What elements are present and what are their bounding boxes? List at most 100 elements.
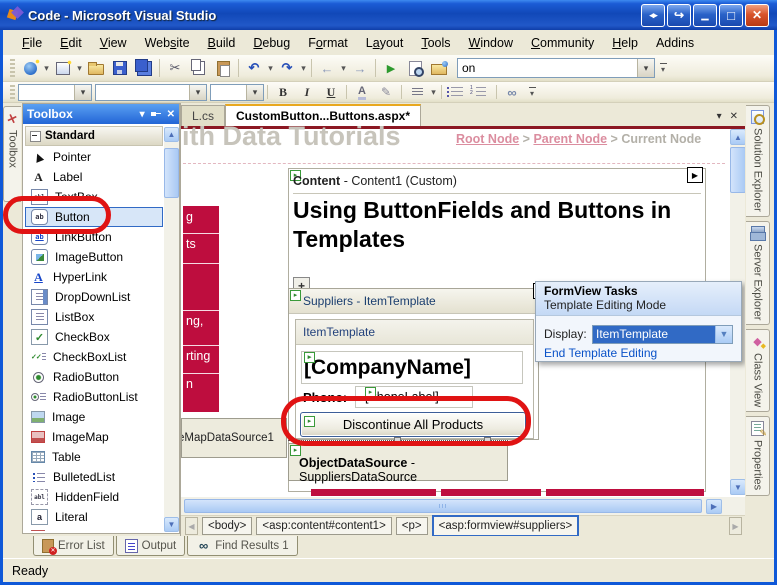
toolbox-item[interactable]: Pointer [25, 147, 163, 167]
font-size-combo[interactable] [210, 83, 264, 101]
toolbar-overflow-button[interactable] [526, 83, 538, 101]
underline-button[interactable] [320, 81, 342, 103]
cut-button[interactable] [164, 57, 186, 79]
nav-item-fragment[interactable]: ng, [186, 314, 203, 328]
toolbox-scrollbar[interactable] [164, 142, 179, 517]
scroll-up-button[interactable]: ▲ [730, 129, 746, 145]
numbered-list-button[interactable] [470, 81, 492, 103]
copy-button[interactable] [188, 57, 210, 79]
design-horizontal-scrollbar[interactable]: ▶ [181, 497, 746, 515]
content-smart-tag-button[interactable] [687, 167, 703, 183]
display-template-combo[interactable]: ItemTemplate [592, 324, 733, 344]
search-combo[interactable]: on [457, 58, 655, 78]
bottom-panel-tab[interactable]: Error List [33, 536, 114, 556]
navigate-back-dropdown[interactable] [339, 63, 348, 74]
add-item-dropdown[interactable] [75, 63, 84, 74]
toolbox-item[interactable]: Table [25, 447, 163, 467]
highlight-button[interactable] [375, 81, 397, 103]
menu-item[interactable]: File [13, 33, 51, 53]
menu-item[interactable]: Debug [244, 33, 299, 53]
scroll-down-button[interactable]: ▼ [730, 479, 746, 495]
toolbox-side-tab[interactable]: Toolbox [3, 106, 21, 202]
menu-item[interactable]: Help [603, 33, 647, 53]
breadcrumb-root-link[interactable]: Root Node [456, 132, 519, 146]
side-panel-tab[interactable]: Properties [746, 416, 770, 496]
objectdatasource-control[interactable]: ObjectDataSource - SuppliersDataSource [288, 443, 508, 484]
display-combo-dropdown-icon[interactable] [715, 325, 732, 343]
toolbox-item[interactable]: BulletedList [25, 467, 163, 487]
tag-navigator-item[interactable]: <asp:content#content1> [256, 517, 392, 535]
menu-item[interactable]: Addins [647, 33, 703, 53]
discontinue-all-products-button[interactable]: Discontinue All Products [300, 412, 526, 437]
menu-item[interactable]: Community [522, 33, 603, 53]
toolbox-item[interactable]: ImageMap [25, 427, 163, 447]
nav-item-fragment[interactable]: g [186, 210, 193, 224]
search-combo-dropdown[interactable] [637, 59, 654, 77]
companyname-label-control[interactable]: [CompanyName] [301, 351, 523, 384]
menu-item[interactable]: Website [136, 33, 199, 53]
formview-designer[interactable]: Suppliers - ItemTemplate ItemTemplate [C… [288, 288, 539, 440]
sitemapdatasource-control[interactable]: eMapDataSource1 [181, 418, 287, 458]
save-all-button[interactable] [133, 57, 155, 79]
toolbox-header[interactable]: Toolbox ▾ ✕ [23, 104, 179, 124]
close-document-icon[interactable]: ✕ [730, 111, 738, 122]
block-format-dropdown[interactable] [74, 84, 91, 100]
tag-navigator-item[interactable]: <asp:formview#suppliers> [431, 515, 580, 537]
close-button[interactable] [745, 3, 769, 27]
start-debug-button[interactable] [380, 57, 402, 79]
menu-item[interactable]: Format [299, 33, 357, 53]
side-panel-tab[interactable]: Server Explorer [746, 220, 770, 326]
menu-item[interactable]: Build [199, 33, 245, 53]
toolbox-item[interactable]: CheckBoxList [25, 347, 163, 367]
add-item-button[interactable] [52, 57, 74, 79]
minimize-button[interactable] [693, 3, 717, 27]
toolbox-item[interactable]: HyperLink [25, 267, 163, 287]
close-toolbox-icon[interactable]: ✕ [167, 109, 175, 120]
browse-web-button[interactable] [428, 57, 450, 79]
toolbox-item[interactable]: TextBox [25, 187, 163, 207]
font-name-combo[interactable] [95, 83, 207, 101]
side-panel-tab[interactable]: Class View [746, 329, 770, 413]
align-button[interactable] [406, 81, 428, 103]
toolbar-grip[interactable] [10, 85, 15, 99]
toolbox-scroll-thumb[interactable] [164, 148, 179, 198]
toolbar-grip[interactable] [10, 58, 15, 78]
toolbox-item[interactable]: Button [25, 207, 163, 227]
nav-item-fragment[interactable]: ts [186, 237, 196, 251]
toolbox-item[interactable]: CheckBox [25, 327, 163, 347]
toolbox-item[interactable]: Image [25, 407, 163, 427]
undock-button[interactable] [667, 3, 691, 27]
menu-item[interactable]: Tools [412, 33, 459, 53]
toolbox-item[interactable]: RadioButton [25, 367, 163, 387]
h-scroll-right-button[interactable]: ▶ [706, 498, 722, 514]
navigate-forward-button[interactable] [349, 57, 371, 79]
toolbox-item[interactable]: ListBox [25, 307, 163, 327]
tagnav-right-arrow[interactable]: ▶ [729, 517, 742, 535]
font-size-dropdown[interactable] [246, 84, 263, 100]
tab-list-dropdown-icon[interactable]: ▾ [717, 111, 722, 122]
save-button[interactable] [109, 57, 131, 79]
nav-item-fragment[interactable]: n [186, 377, 193, 391]
bottom-panel-tab[interactable]: Find Results 1 [187, 536, 298, 556]
toolbox-item[interactable]: RadioButtonList [25, 387, 163, 407]
h-scroll-thumb[interactable] [184, 499, 702, 513]
scroll-thumb[interactable] [730, 147, 746, 193]
end-template-editing-link[interactable]: End Template Editing [544, 346, 657, 360]
tag-navigator-item[interactable]: <body> [202, 517, 253, 535]
menu-item[interactable]: Edit [51, 33, 91, 53]
undo-button[interactable] [243, 57, 265, 79]
dock-arrows-button[interactable] [641, 3, 665, 27]
block-format-combo[interactable] [18, 83, 92, 101]
italic-button[interactable] [296, 81, 318, 103]
collapse-group-icon[interactable] [30, 130, 41, 142]
hyperlink-button[interactable] [501, 81, 523, 103]
toolbar-overflow-button[interactable] [657, 59, 669, 77]
toolbox-item[interactable]: ImageButton [25, 247, 163, 267]
toolbox-item[interactable]: LinkButton [25, 227, 163, 247]
tagnav-left-arrow[interactable]: ◀ [185, 517, 198, 535]
toolbox-item[interactable]: HiddenField [25, 487, 163, 507]
phonelabel-control[interactable]: [PhoneLabel] [355, 386, 473, 408]
toolbox-group-standard[interactable]: Standard [25, 126, 163, 146]
new-website-dropdown[interactable] [42, 63, 51, 74]
redo-dropdown[interactable] [299, 63, 308, 74]
